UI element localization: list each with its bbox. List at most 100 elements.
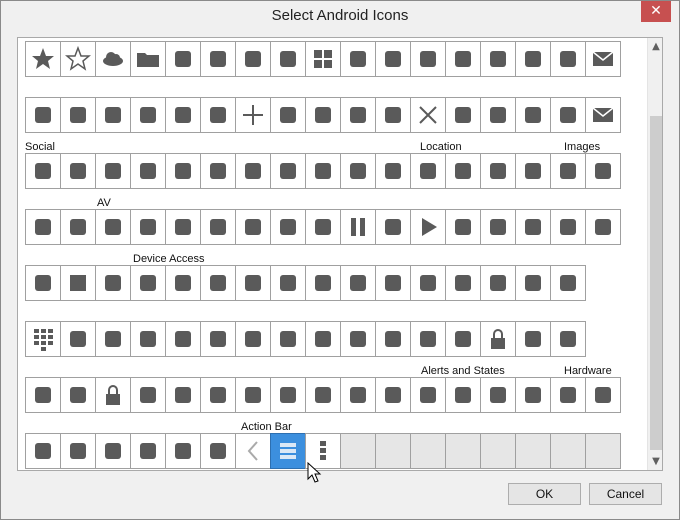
bluetooth-connected-icon[interactable] <box>375 265 411 301</box>
rotate-icon[interactable] <box>585 153 621 189</box>
flash-auto-icon[interactable] <box>95 321 131 357</box>
merge-icon[interactable] <box>95 97 131 133</box>
bluetooth-icon[interactable] <box>305 265 341 301</box>
pencil-icon[interactable] <box>550 41 586 77</box>
mic-icon[interactable] <box>340 321 376 357</box>
crop-icon[interactable] <box>550 153 586 189</box>
replay-icon[interactable] <box>25 209 61 245</box>
calendar-icon[interactable] <box>165 41 201 77</box>
wifi-icon[interactable] <box>410 321 446 357</box>
headset-icon[interactable] <box>95 433 131 469</box>
add-alarm-icon[interactable] <box>165 265 201 301</box>
headphones-icon[interactable] <box>60 433 96 469</box>
vertical-scrollbar[interactable]: ▲ ▼ <box>647 38 662 470</box>
ok-button[interactable]: OK <box>508 483 581 505</box>
paperclip-add-icon[interactable] <box>130 97 166 133</box>
refresh-icon[interactable] <box>515 209 551 245</box>
copy-icon[interactable] <box>445 41 481 77</box>
folder-icon[interactable] <box>130 41 166 77</box>
signal-icon[interactable] <box>375 321 411 357</box>
place-icon[interactable] <box>480 153 516 189</box>
close-button[interactable]: ✕ <box>641 1 671 22</box>
key-add-icon[interactable] <box>445 321 481 357</box>
airplane-icon[interactable] <box>445 377 481 413</box>
brightness-high-icon[interactable] <box>270 265 306 301</box>
clock-icon[interactable] <box>235 377 271 413</box>
grid-view-icon[interactable] <box>305 41 341 77</box>
next-icon[interactable] <box>270 209 306 245</box>
directions-icon[interactable] <box>410 153 446 189</box>
sd-card-icon[interactable] <box>60 377 96 413</box>
pin-icon[interactable] <box>235 209 271 245</box>
phone-android-icon[interactable] <box>200 433 236 469</box>
undo-icon[interactable] <box>550 97 586 133</box>
repeat-icon[interactable] <box>480 209 516 245</box>
split-icon[interactable] <box>515 97 551 133</box>
bluetooth-searching-icon[interactable] <box>340 265 376 301</box>
sort-updown-icon[interactable] <box>60 97 96 133</box>
mic-off-icon[interactable] <box>305 321 341 357</box>
clipboard-icon[interactable] <box>305 97 341 133</box>
mouse-icon[interactable] <box>165 433 201 469</box>
chat-icon[interactable] <box>130 153 166 189</box>
pause-circle-icon[interactable] <box>305 209 341 245</box>
desktop-icon[interactable] <box>585 377 621 413</box>
group-add-icon[interactable] <box>25 153 61 189</box>
stop-icon[interactable] <box>60 265 96 301</box>
switch-video-icon[interactable] <box>200 377 236 413</box>
phone-icon[interactable] <box>25 433 61 469</box>
screen-rotation-icon[interactable] <box>550 321 586 357</box>
play-icon[interactable] <box>410 209 446 245</box>
star-outline-icon[interactable] <box>60 41 96 77</box>
pause-icon[interactable] <box>340 209 376 245</box>
shuffle-icon[interactable] <box>25 265 61 301</box>
upload-icon[interactable] <box>95 265 131 301</box>
gps-off-icon[interactable] <box>270 321 306 357</box>
alarm-icon[interactable] <box>200 265 236 301</box>
reply-all-icon[interactable] <box>270 153 306 189</box>
screen-rotation-lock-icon[interactable] <box>25 377 61 413</box>
plus-icon[interactable] <box>235 97 271 133</box>
brightness-auto-icon[interactable] <box>410 265 446 301</box>
picture-icon[interactable] <box>340 97 376 133</box>
trash-icon[interactable] <box>515 41 551 77</box>
volume-on-icon[interactable] <box>375 377 411 413</box>
error-icon[interactable] <box>480 377 516 413</box>
share-icon[interactable] <box>375 153 411 189</box>
download-icon[interactable] <box>130 209 166 245</box>
video-icon[interactable] <box>305 377 341 413</box>
battery-icon[interactable] <box>235 265 271 301</box>
cut-icon[interactable] <box>480 41 516 77</box>
star-filled-icon[interactable] <box>25 41 61 77</box>
globe-icon[interactable] <box>515 153 551 189</box>
flash-off-icon[interactable] <box>130 321 166 357</box>
keyboard-icon[interactable] <box>130 433 166 469</box>
key-icon[interactable] <box>130 265 166 301</box>
call-icon[interactable] <box>480 265 516 301</box>
person-icon[interactable] <box>235 153 271 189</box>
switch-camera-icon[interactable] <box>165 377 201 413</box>
save-icon[interactable] <box>445 97 481 133</box>
cloud-icon[interactable] <box>95 41 131 77</box>
computer-icon[interactable] <box>550 377 586 413</box>
play-circle-icon[interactable] <box>375 209 411 245</box>
cancel-button[interactable]: Cancel <box>589 483 662 505</box>
list-doc-icon[interactable] <box>340 41 376 77</box>
storage-icon[interactable] <box>130 377 166 413</box>
ring-volume-icon[interactable] <box>515 321 551 357</box>
select-all-icon[interactable] <box>480 97 516 133</box>
person-add-icon[interactable] <box>60 153 96 189</box>
data-usage-icon[interactable] <box>550 265 586 301</box>
backspace-icon[interactable] <box>410 41 446 77</box>
inbox-icon[interactable] <box>375 97 411 133</box>
map-icon[interactable] <box>445 153 481 189</box>
tag-add-icon[interactable] <box>235 41 271 77</box>
lock-icon[interactable] <box>480 321 516 357</box>
group-people-icon[interactable] <box>200 153 236 189</box>
scrollbar-thumb[interactable] <box>650 116 662 450</box>
lock-closed-icon[interactable] <box>95 377 131 413</box>
gps-not-fixed-icon[interactable] <box>235 321 271 357</box>
return-from-full-screen-icon[interactable] <box>550 209 586 245</box>
calendar-add-icon[interactable] <box>25 97 61 133</box>
airplane-mode-icon[interactable] <box>410 377 446 413</box>
